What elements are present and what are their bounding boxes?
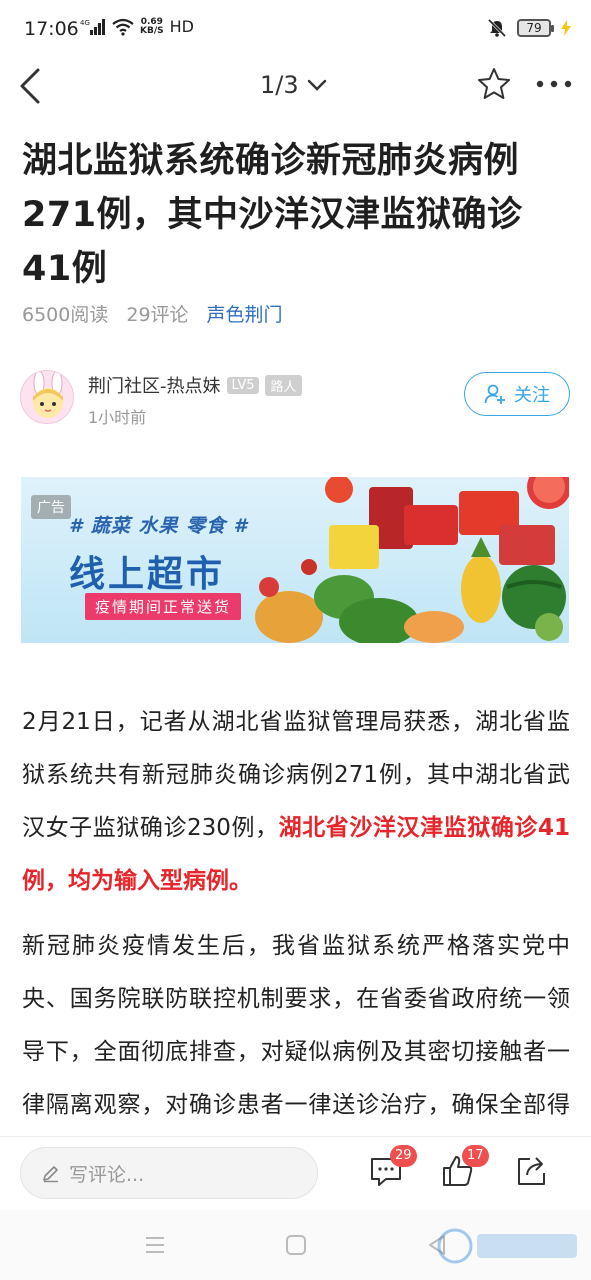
status-bar: 17:06 4G 0.69 KB/S HD 79 (0, 0, 591, 58)
top-nav-bar: 1/3 (0, 58, 591, 124)
ad-title: 线上超市 (69, 554, 226, 595)
back-arrow-icon[interactable] (14, 66, 50, 106)
hd-indicator: HD (169, 17, 194, 36)
avatar[interactable] (20, 370, 74, 424)
bottom-action-bar: 写评论... 29 17 (0, 1136, 591, 1210)
system-nav-bar (0, 1210, 591, 1280)
rank-badge: 路人 (265, 374, 302, 396)
page-indicator-label: 1/3 (260, 71, 299, 99)
more-icon[interactable] (534, 72, 574, 96)
home-icon[interactable] (283, 1232, 309, 1258)
share-icon (518, 1157, 545, 1185)
author-name[interactable]: 荆门社区-热点妹 (88, 372, 221, 398)
comment-count: 29评论 (126, 304, 189, 326)
watermark-logo (437, 1228, 577, 1264)
network-type: 4G (80, 19, 90, 27)
status-time: 17:06 (24, 18, 79, 40)
comment-placeholder: 写评论... (69, 1163, 145, 1186)
follow-button[interactable]: 关注 (464, 372, 570, 416)
source-link[interactable]: 声色荆门 (207, 300, 283, 327)
menu-icon[interactable] (142, 1232, 168, 1258)
like-count-badge: 17 (462, 1145, 489, 1167)
status-right: 79 (487, 18, 571, 38)
star-icon[interactable] (476, 66, 512, 102)
signal-icon: 4G (80, 18, 105, 35)
network-indicators: 4G 0.69 KB/S HD (80, 17, 194, 36)
comment-input[interactable]: 写评论... (20, 1147, 318, 1199)
battery-icon: 79 (517, 19, 554, 37)
follow-label: 关注 (514, 385, 550, 406)
wifi-icon (112, 18, 134, 36)
ad-banner[interactable]: 广告 # 蔬菜 水果 零食 # 线上超市 疫情期间正常送货 (21, 477, 569, 643)
body-paragraph-2: 新冠肺炎疫情发生后，我省监狱系统严格落实党中央、国务院联防联控机制要求，在省委省… (22, 933, 570, 1118)
comments-button[interactable]: 29 (368, 1145, 417, 1193)
body-paragraph-1: 2月21日，记者从湖北省监狱管理局获悉，湖北省监狱系统共有新冠肺炎确诊病例271… (22, 696, 570, 908)
article-title: 湖北监狱系统确诊新冠肺炎病例271例，其中沙洋汉津监狱确诊41例 (22, 141, 523, 289)
avatar-bunny-icon (33, 371, 63, 418)
network-speed: 0.69 KB/S (140, 16, 164, 36)
author-row: 荆门社区-热点妹 LV5 路人 1小时前 关注 (20, 366, 570, 436)
groceries-illustration (255, 477, 569, 643)
add-user-icon (484, 384, 505, 404)
comment-count-badge: 29 (390, 1145, 417, 1167)
article-meta: 6500阅读 29评论 声色荆门 (22, 300, 283, 327)
pencil-icon (43, 1166, 58, 1183)
ad-label: 广告 (31, 495, 71, 519)
chevron-down-icon (307, 79, 326, 91)
level-badge: LV5 (226, 376, 260, 394)
charging-icon (561, 20, 571, 36)
ad-tags: # 蔬菜 水果 零食 # (69, 515, 248, 537)
author-name-row: 荆门社区-热点妹 LV5 路人 (88, 372, 302, 398)
bell-muted-icon (487, 18, 507, 38)
read-count: 6500阅读 (22, 304, 109, 326)
page-indicator[interactable]: 1/3 (260, 71, 327, 99)
like-button[interactable]: 17 (440, 1145, 489, 1193)
share-button[interactable] (514, 1153, 554, 1193)
post-time: 1小时前 (88, 408, 147, 427)
ad-subtitle: 疫情期间正常送货 (85, 593, 242, 620)
